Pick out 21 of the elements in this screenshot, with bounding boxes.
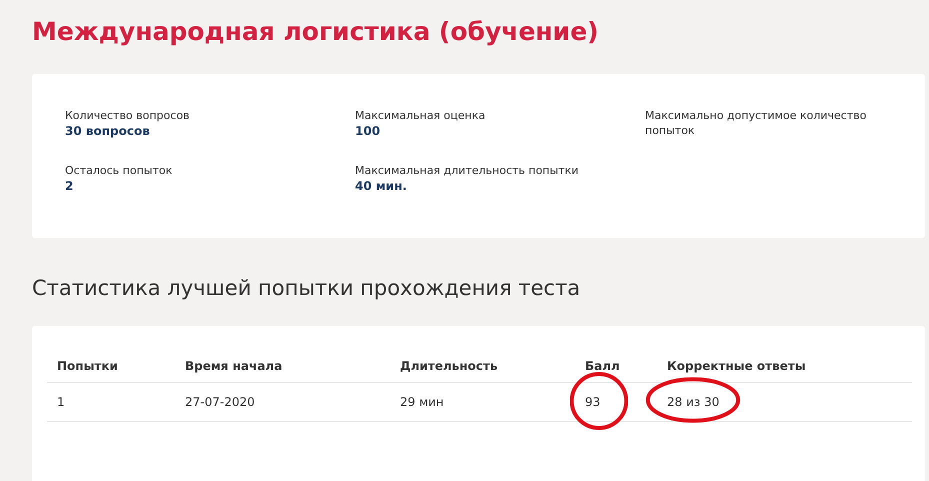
table-cell: 27-07-2020	[185, 395, 255, 409]
table-cell: 93	[585, 395, 600, 409]
info-value: 40 мин.	[355, 178, 408, 194]
info-label: Максимальная длительность попытки	[355, 163, 580, 178]
info-label: Максимально допустимое количество попыток	[645, 108, 868, 138]
column-header: Балл	[575, 350, 657, 382]
table-cell: 28 из 30	[667, 395, 720, 409]
info-value: 30 вопросов	[65, 123, 151, 139]
column-header: Корректные ответы	[657, 350, 912, 382]
page-title: Международная логистика (обучение)	[32, 16, 600, 48]
info-label: Осталось попыток	[65, 163, 174, 178]
info-label: Количество вопросов	[65, 108, 191, 123]
info-value: 100	[355, 123, 382, 139]
info-label: Максимальная оценка	[355, 108, 486, 123]
table-cell: 1	[57, 395, 65, 409]
column-header: Длительность	[390, 350, 575, 382]
table-cell: 29 мин	[400, 395, 444, 409]
section-heading: Статистика лучшей попытки прохождения теста	[32, 275, 582, 302]
column-header: Время начала	[175, 350, 390, 382]
info-value: 2	[65, 178, 74, 194]
column-header: Попытки	[47, 350, 175, 382]
